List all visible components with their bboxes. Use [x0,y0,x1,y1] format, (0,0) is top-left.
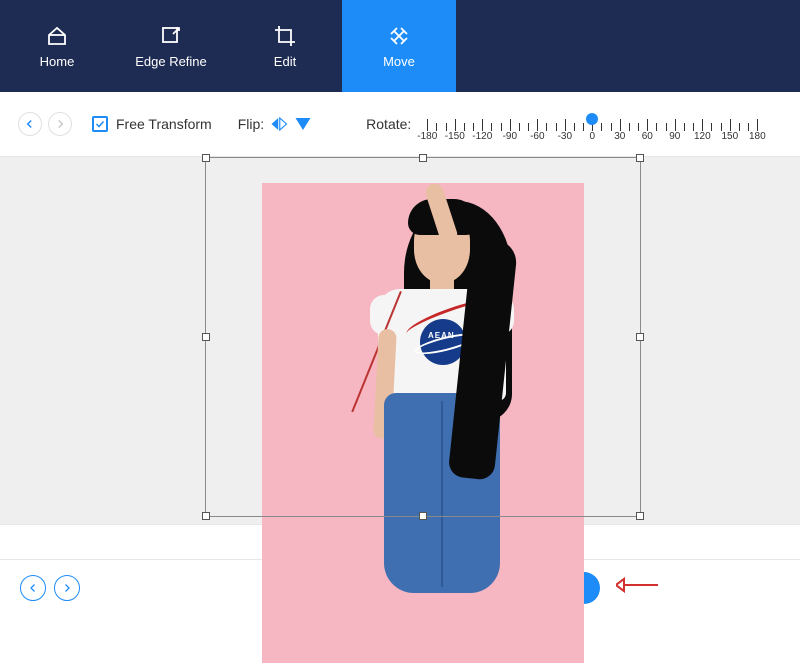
annotation-arrow-icon [616,575,660,600]
free-transform-label: Free Transform [116,116,212,132]
rotate-thumb[interactable] [586,113,598,125]
edge-refine-icon [159,24,183,48]
resize-handle-nw[interactable] [202,154,210,162]
flip-horizontal-button[interactable] [270,116,288,132]
rotate-group: Rotate: -180-150-120-90-60-3003060901201… [366,109,757,139]
move-icon [387,24,411,48]
flip-label: Flip: [238,116,264,132]
crop-icon [273,24,297,48]
rotate-label: Rotate: [366,116,411,132]
resize-handle-w[interactable] [202,333,210,341]
redo-button[interactable] [48,112,72,136]
top-nav: Home Edge Refine Edit Move [0,0,800,92]
canvas-area[interactable]: AEAN [0,156,800,524]
resize-handle-se[interactable] [636,512,644,520]
nav-move[interactable]: Move [342,0,456,92]
nav-edge-refine-label: Edge Refine [135,54,207,69]
flip-vertical-button[interactable] [294,116,312,132]
resize-handle-sw[interactable] [202,512,210,520]
resize-handle-s[interactable] [419,512,427,520]
next-step-button[interactable] [54,575,80,601]
move-toolbar: Free Transform Flip: Rotate: -180-150-12… [0,92,800,156]
nav-home[interactable]: Home [0,0,114,92]
prev-step-button[interactable] [20,575,46,601]
resize-handle-e[interactable] [636,333,644,341]
free-transform-toggle[interactable]: Free Transform [92,116,212,132]
undo-button[interactable] [18,112,42,136]
selection-box[interactable] [205,157,641,517]
checkbox-checked-icon [92,116,108,132]
flip-group: Flip: [238,116,312,132]
nav-move-label: Move [383,54,415,69]
nav-edit[interactable]: Edit [228,0,342,92]
nav-edge-refine[interactable]: Edge Refine [114,0,228,92]
rotate-slider[interactable]: -180-150-120-90-60-300306090120150180 [427,109,757,139]
nav-edit-label: Edit [274,54,296,69]
resize-handle-ne[interactable] [636,154,644,162]
home-icon [45,24,69,48]
nav-home-label: Home [40,54,75,69]
resize-handle-n[interactable] [419,154,427,162]
undo-redo-group [18,112,72,136]
